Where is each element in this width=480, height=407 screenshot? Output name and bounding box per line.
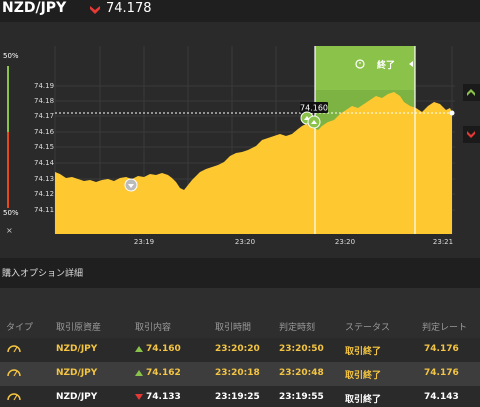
currency-pair: NZD/JPY [2,0,67,16]
price-chart[interactable]: 74.160 終了 50% 50% × 74.19 74.18 74.17 74… [0,22,480,258]
judge-rate-cell: 74.176 [424,368,459,378]
buy-low-button[interactable] [463,126,480,143]
y-axis: 74.19 74.18 74.17 74.16 74.15 74.14 74.1… [34,82,55,214]
left-bar-close-label[interactable]: × [6,226,13,235]
gauge-icon [7,369,21,377]
column-header: 取引時間 [215,323,252,333]
gauge-icon [7,393,21,401]
y-tick-label: 74.18 [34,97,54,105]
table-row[interactable]: NZD/JPY 74.162 23:20:18 23:20:48 取引終了 74… [0,362,480,386]
column-header: ステータス [345,323,391,333]
judge-time-cell: 23:19:55 [279,392,324,402]
buy-high-button[interactable] [463,84,480,101]
details-title: 購入オプション詳細 [2,269,84,279]
y-tick-label: 74.17 [34,112,54,120]
column-header: 判定時刻 [279,323,316,333]
table-row[interactable]: NZD/JPY 74.133 23:19:25 23:19:55 取引終了 74… [0,386,480,407]
time-cell: 23:20:20 [215,344,260,354]
x-axis: 23:19 23:20 23:20 23:21 [134,238,453,246]
status-cell: 取引終了 [345,371,382,381]
red-down-arrow-icon [90,6,100,14]
left-bar-bottom-label: 50% [3,209,19,217]
y-tick-label: 74.14 [34,159,55,167]
y-tick-label: 74.12 [34,190,54,198]
status-cell: 取引終了 [345,395,382,405]
table-header: タイプ 取引原資産 取引内容 取引時間 判定時刻 ステータス 判定レート [0,316,480,336]
trade-period-header [315,46,415,90]
column-header: 取引原資産 [56,323,102,333]
content-cell: 74.133 [146,392,181,402]
y-tick-label: 74.13 [34,175,54,183]
y-tick-label: 74.15 [34,143,54,151]
asset-cell: NZD/JPY [56,368,98,378]
judge-time-cell: 23:20:50 [279,344,324,354]
down-arrow-icon [135,394,143,400]
current-rate: 74.178 [106,1,152,16]
gauge-icon [7,345,21,353]
y-tick-label: 74.16 [34,128,55,136]
asset-cell: NZD/JPY [56,344,98,354]
judge-time-cell: 23:20:48 [279,368,324,378]
up-arrow-icon [135,346,143,352]
x-tick-label: 23:20 [235,238,255,246]
left-bar-top-label: 50% [3,52,19,60]
header: NZD/JPY 74.178 [0,0,480,22]
time-cell: 23:19:25 [215,392,260,402]
y-tick-label: 74.19 [34,82,54,90]
x-tick-label: 23:21 [433,238,453,246]
x-tick-label: 23:20 [335,238,355,246]
y-tick-label: 74.11 [34,206,54,214]
x-tick-label: 23:19 [134,238,154,246]
entry-marker-up-icon [307,115,321,129]
up-arrow-icon [135,370,143,376]
content-cell: 74.160 [146,344,181,354]
judge-rate-cell: 74.143 [424,392,459,402]
content-cell: 74.162 [146,368,181,378]
column-header: 判定レート [422,323,468,333]
column-header: タイプ [6,323,34,333]
judge-rate-cell: 74.176 [424,344,459,354]
asset-cell: NZD/JPY [56,392,98,402]
end-button-label[interactable]: 終了 [377,59,395,71]
current-price-dot [449,110,455,116]
table-row[interactable]: NZD/JPY 74.160 23:20:20 23:20:50 取引終了 74… [0,338,480,362]
entry-marker-down-icon [124,178,138,192]
time-cell: 23:20:18 [215,368,260,378]
column-header: 取引内容 [135,323,172,333]
entry-price-label: 74.160 [300,104,328,113]
status-cell: 取引終了 [345,347,382,357]
